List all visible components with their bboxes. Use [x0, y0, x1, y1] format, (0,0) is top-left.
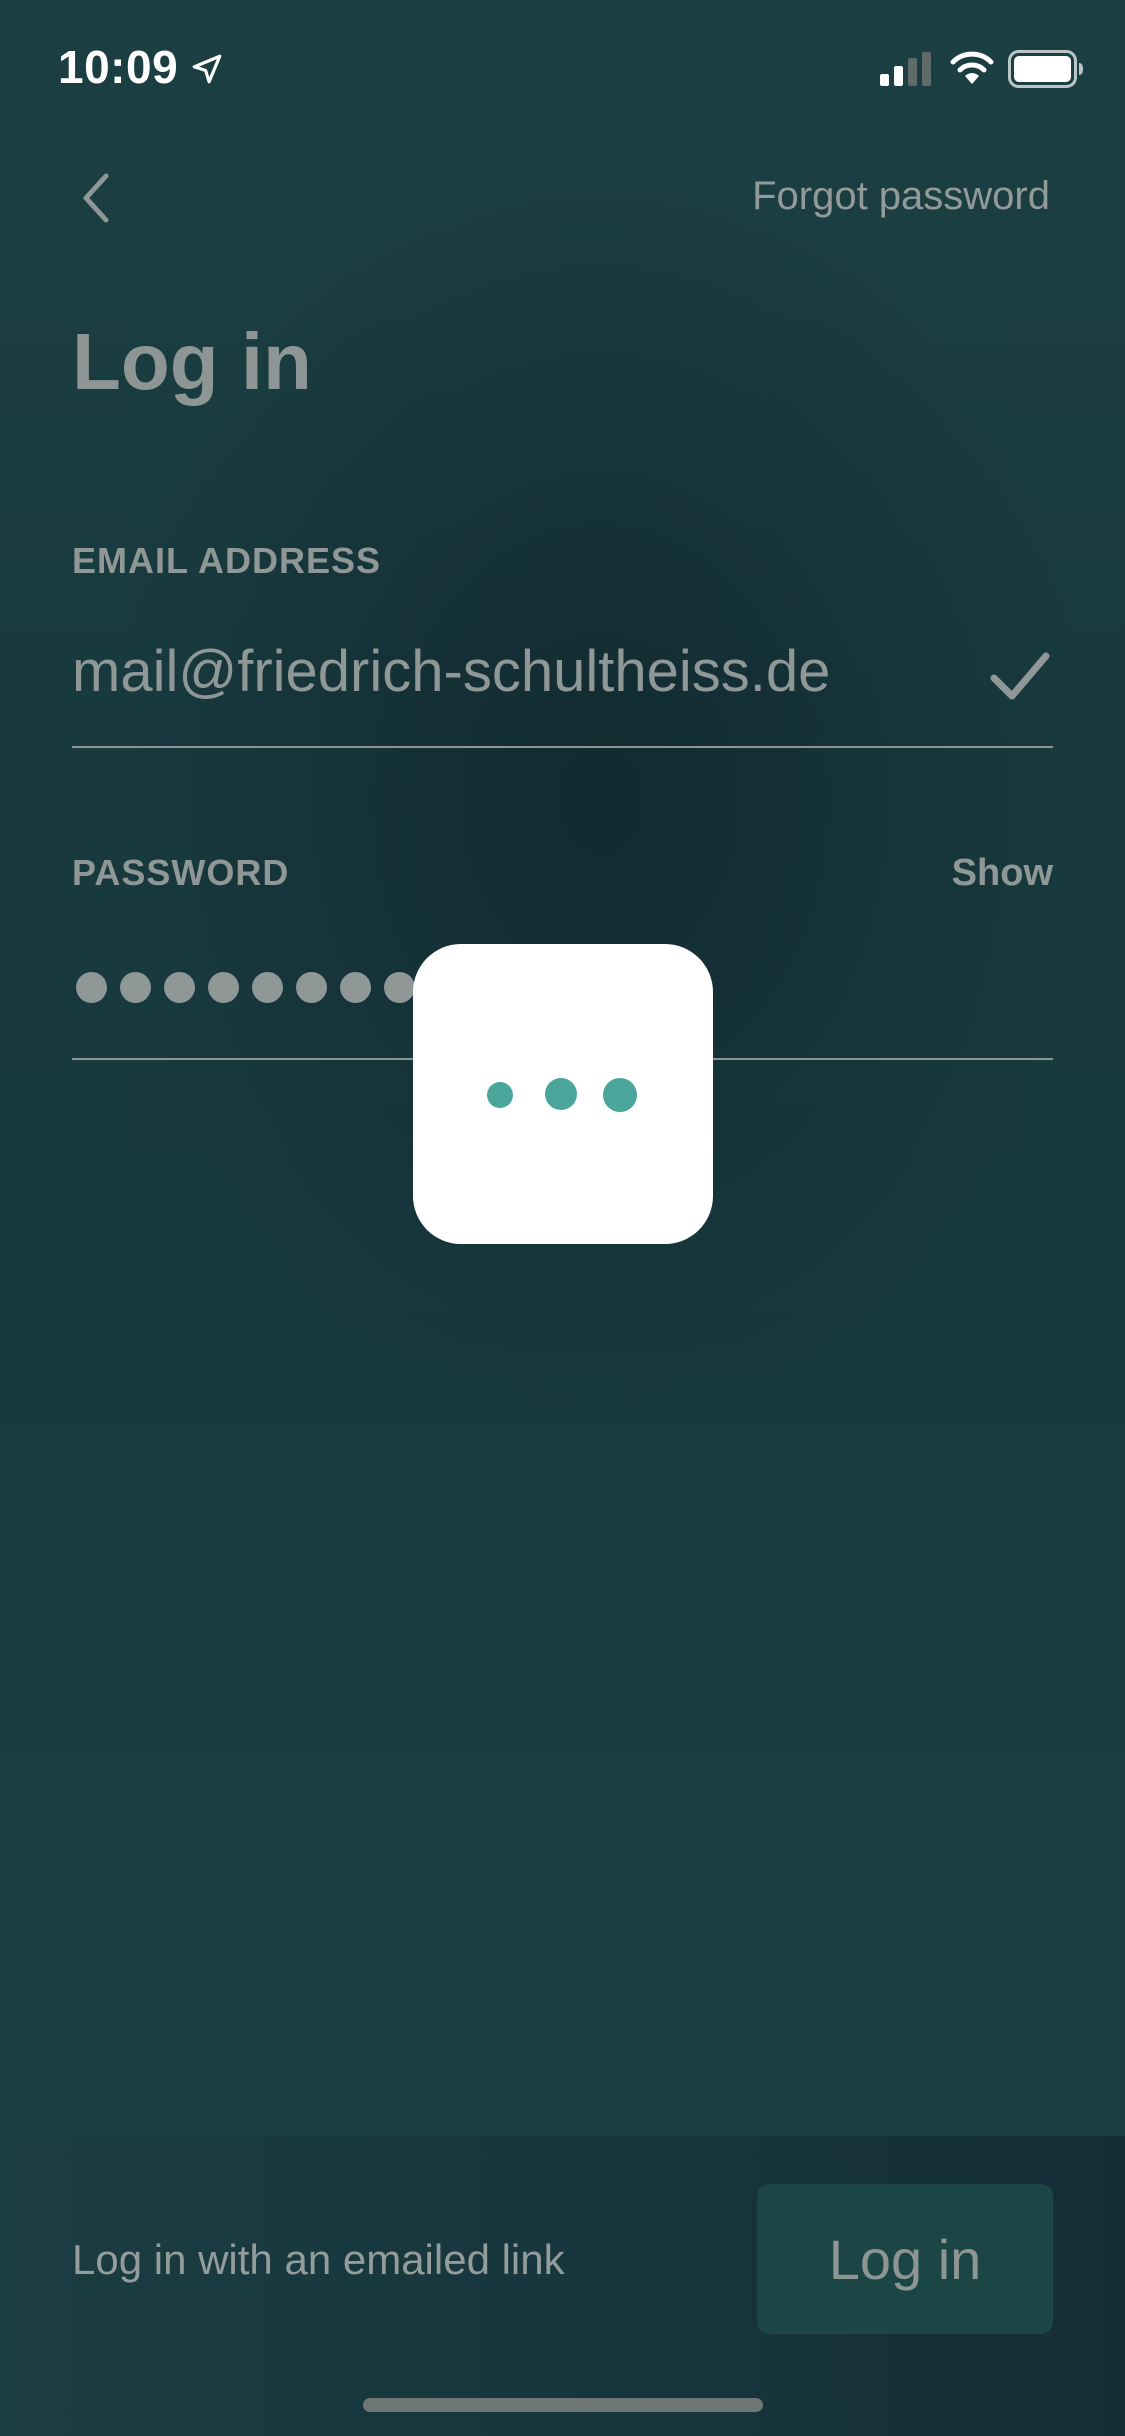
page-title: Log in [72, 317, 312, 406]
password-mask-dot [252, 972, 283, 1003]
loading-dot [487, 1082, 513, 1108]
location-arrow-icon [192, 54, 222, 84]
password-mask-dot [120, 972, 151, 1003]
show-password-button[interactable]: Show [952, 852, 1053, 895]
password-mask-dot [384, 972, 415, 1003]
password-mask-dot [76, 972, 107, 1003]
wifi-icon [950, 51, 994, 84]
password-mask-dot [208, 972, 239, 1003]
password-mask-dot [164, 972, 195, 1003]
password-mask-dot [340, 972, 371, 1003]
login-button[interactable]: Log in [757, 2184, 1053, 2334]
email-field[interactable]: mail@friedrich-schultheiss.de [72, 638, 830, 705]
email-label: EMAIL ADDRESS [72, 540, 382, 581]
forgot-password-link[interactable]: Forgot password [752, 174, 1050, 219]
status-time: 10:09 [58, 41, 179, 93]
battery-icon [1008, 50, 1083, 88]
home-indicator [363, 2398, 763, 2412]
password-mask-dot [296, 972, 327, 1003]
loading-dot [545, 1078, 577, 1110]
loading-indicator [413, 944, 713, 1244]
password-label: PASSWORD [72, 852, 290, 893]
signal-icon [880, 52, 931, 86]
email-divider [72, 746, 1053, 748]
back-chevron-icon[interactable] [76, 170, 116, 226]
emailed-link-button[interactable]: Log in with an emailed link [72, 2236, 565, 2284]
loading-dot [603, 1078, 637, 1112]
check-icon [990, 652, 1050, 700]
password-field[interactable] [76, 972, 415, 1003]
